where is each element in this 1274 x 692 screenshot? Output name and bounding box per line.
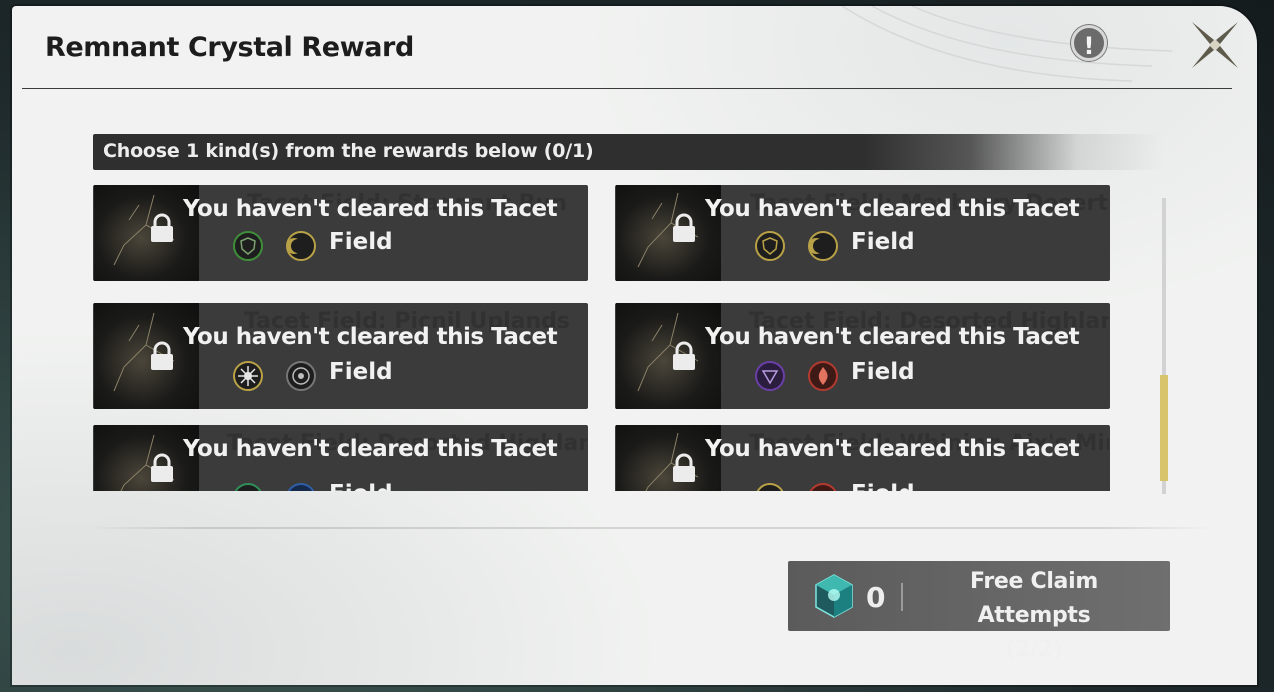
crystal-count: 0 bbox=[866, 581, 886, 614]
free-claim-label: Free Claim Attempts (2/2) bbox=[914, 565, 1154, 667]
free-claim-attempts: (2/2) bbox=[1005, 637, 1063, 662]
field-label: Field bbox=[851, 359, 915, 385]
field-label: Field bbox=[329, 359, 393, 385]
crack-pattern bbox=[113, 312, 175, 392]
tacet-thumbnail bbox=[616, 303, 721, 409]
field-label: Field bbox=[329, 481, 393, 491]
wind-icon bbox=[755, 361, 785, 391]
reward-card[interactable]: Tacet Field: Stagnant Run Field You have… bbox=[93, 185, 588, 281]
info-button[interactable]: ! bbox=[1071, 25, 1107, 61]
free-claim-panel: 0 Free Claim Attempts (2/2) bbox=[788, 561, 1170, 662]
reward-grid: Tacet Field: Stagnant Run Field You have… bbox=[93, 185, 1123, 491]
shield-icon bbox=[233, 231, 263, 261]
target-icon bbox=[286, 361, 316, 391]
snowflake-icon bbox=[286, 483, 316, 491]
lock-icon bbox=[151, 453, 173, 482]
crack-pattern bbox=[637, 312, 699, 392]
reward-card[interactable]: Tacet Field: Mayberry Desert Field You h… bbox=[615, 185, 1110, 281]
lock-icon bbox=[151, 213, 173, 242]
remnant-crystal-icon bbox=[815, 574, 853, 618]
dialog-title: Remnant Crystal Reward bbox=[45, 32, 414, 63]
star-icon bbox=[233, 361, 263, 391]
locked-message: You haven't cleared this Tacet bbox=[183, 196, 558, 222]
star-icon bbox=[755, 483, 785, 491]
locked-message: You haven't cleared this Tacet bbox=[183, 324, 558, 350]
flame-icon bbox=[808, 361, 838, 391]
bottom-divider bbox=[85, 527, 1215, 529]
lock-icon bbox=[673, 213, 695, 242]
reward-card[interactable]: Tacet Field: Picnil Uplands Field You ha… bbox=[93, 303, 588, 409]
locked-message: You haven't cleared this Tacet bbox=[183, 436, 558, 462]
locked-message: You haven't cleared this Tacet bbox=[705, 196, 1080, 222]
close-button[interactable] bbox=[1190, 20, 1240, 70]
scrollbar-thumb[interactable] bbox=[1160, 375, 1168, 481]
claim-separator bbox=[901, 583, 903, 611]
reward-card[interactable]: Tacet Field: Desorted Highland II Field … bbox=[615, 303, 1110, 409]
field-label: Field bbox=[851, 481, 915, 491]
lock-icon bbox=[673, 341, 695, 370]
reward-card[interactable]: Tacet Field: Desorted Highland I Field Y… bbox=[93, 425, 588, 491]
locked-message: You haven't cleared this Tacet bbox=[705, 436, 1080, 462]
shield-icon bbox=[755, 231, 785, 261]
decorative-arcs bbox=[841, 6, 1173, 82]
instruction-bar: Choose 1 kind(s) from the rewards below … bbox=[93, 134, 1163, 170]
lock-icon bbox=[151, 341, 173, 370]
wave-icon bbox=[233, 483, 263, 491]
field-label: Field bbox=[329, 229, 393, 255]
reward-card[interactable]: Tacet Field: Whining Aix's Mire Field Yo… bbox=[615, 425, 1110, 491]
flame-icon bbox=[808, 483, 838, 491]
crescent-icon bbox=[286, 231, 316, 261]
instruction-text: Choose 1 kind(s) from the rewards below … bbox=[103, 140, 594, 162]
close-icon bbox=[1192, 22, 1238, 68]
crescent-icon bbox=[808, 231, 838, 261]
locked-message: You haven't cleared this Tacet bbox=[705, 324, 1080, 350]
header-divider bbox=[22, 88, 1232, 89]
field-label: Field bbox=[851, 229, 915, 255]
tacet-thumbnail bbox=[94, 303, 199, 409]
lock-icon bbox=[673, 453, 695, 482]
free-claim-title: Free Claim Attempts bbox=[970, 569, 1098, 628]
